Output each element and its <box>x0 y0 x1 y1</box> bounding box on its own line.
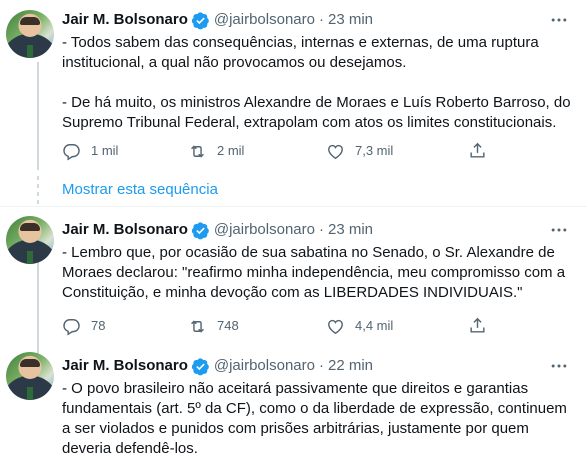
tweet-text: - Todos sabem das consequências, interna… <box>62 34 571 131</box>
divider <box>0 206 587 207</box>
thread-line-bottom <box>37 262 39 354</box>
thread-line-gap <box>37 176 39 206</box>
tweet-actions: 78 748 4,4 mil <box>58 316 578 336</box>
like-count: 4,4 mil <box>355 318 394 333</box>
author-handle[interactable]: @jairbolsonaro <box>214 220 315 240</box>
author-name[interactable]: Jair M. Bolsonaro <box>62 10 188 30</box>
retweet-button[interactable]: 748 <box>188 316 239 336</box>
verified-badge-icon <box>191 11 209 29</box>
retweet-count: 2 mil <box>217 143 245 158</box>
avatar[interactable] <box>6 10 54 58</box>
author-name[interactable]: Jair M. Bolsonaro <box>62 220 188 240</box>
reply-icon <box>63 143 80 161</box>
tweet-actions: 1 mil 2 mil 7,3 mil <box>58 141 578 161</box>
reply-count: 1 mil <box>91 143 119 158</box>
reply-icon <box>63 318 80 336</box>
retweet-icon <box>191 144 204 158</box>
retweet-count: 748 <box>217 318 239 333</box>
author-handle[interactable]: @jairbolsonaro <box>214 10 315 30</box>
more-icon[interactable] <box>549 356 569 376</box>
separator-dot: · <box>318 11 324 28</box>
share-button[interactable] <box>468 316 497 335</box>
share-button[interactable] <box>468 141 497 160</box>
show-thread-link[interactable]: Mostrar esta sequência <box>62 180 218 200</box>
more-icon[interactable] <box>549 10 569 30</box>
avatar[interactable] <box>6 216 54 264</box>
more-icon[interactable] <box>549 220 569 240</box>
tweet-header: Jair M. Bolsonaro @jairbolsonaro · 23 mi… <box>62 10 373 30</box>
timestamp[interactable]: 23 min <box>328 10 373 30</box>
avatar[interactable] <box>6 352 54 400</box>
tweet-header: Jair M. Bolsonaro @jairbolsonaro · 22 mi… <box>62 356 373 376</box>
thread-line-top <box>37 62 39 170</box>
reply-button[interactable]: 1 mil <box>62 141 118 161</box>
like-icon <box>328 319 343 334</box>
like-icon <box>328 144 343 159</box>
tweet-text: - O povo brasileiro não aceitará passiva… <box>62 380 567 457</box>
tweet-header: Jair M. Bolsonaro @jairbolsonaro · 23 mi… <box>62 220 373 240</box>
share-icon <box>470 142 485 158</box>
verified-badge-icon <box>191 221 209 239</box>
tweet-text: - Lembro que, por ocasião de sua sabatin… <box>62 244 566 301</box>
share-icon <box>470 317 485 333</box>
timestamp[interactable]: 23 min <box>328 220 373 240</box>
like-button[interactable]: 4,4 mil <box>326 316 393 336</box>
timestamp[interactable]: 22 min <box>328 356 373 376</box>
like-button[interactable]: 7,3 mil <box>326 141 393 161</box>
separator-dot: · <box>318 221 324 238</box>
author-handle[interactable]: @jairbolsonaro <box>214 356 315 376</box>
reply-count: 78 <box>91 318 106 333</box>
reply-button[interactable]: 78 <box>62 316 105 336</box>
like-count: 7,3 mil <box>355 143 394 158</box>
retweet-button[interactable]: 2 mil <box>188 141 244 161</box>
verified-badge-icon <box>191 357 209 375</box>
separator-dot: · <box>318 357 324 374</box>
retweet-icon <box>191 319 204 333</box>
author-name[interactable]: Jair M. Bolsonaro <box>62 356 188 376</box>
